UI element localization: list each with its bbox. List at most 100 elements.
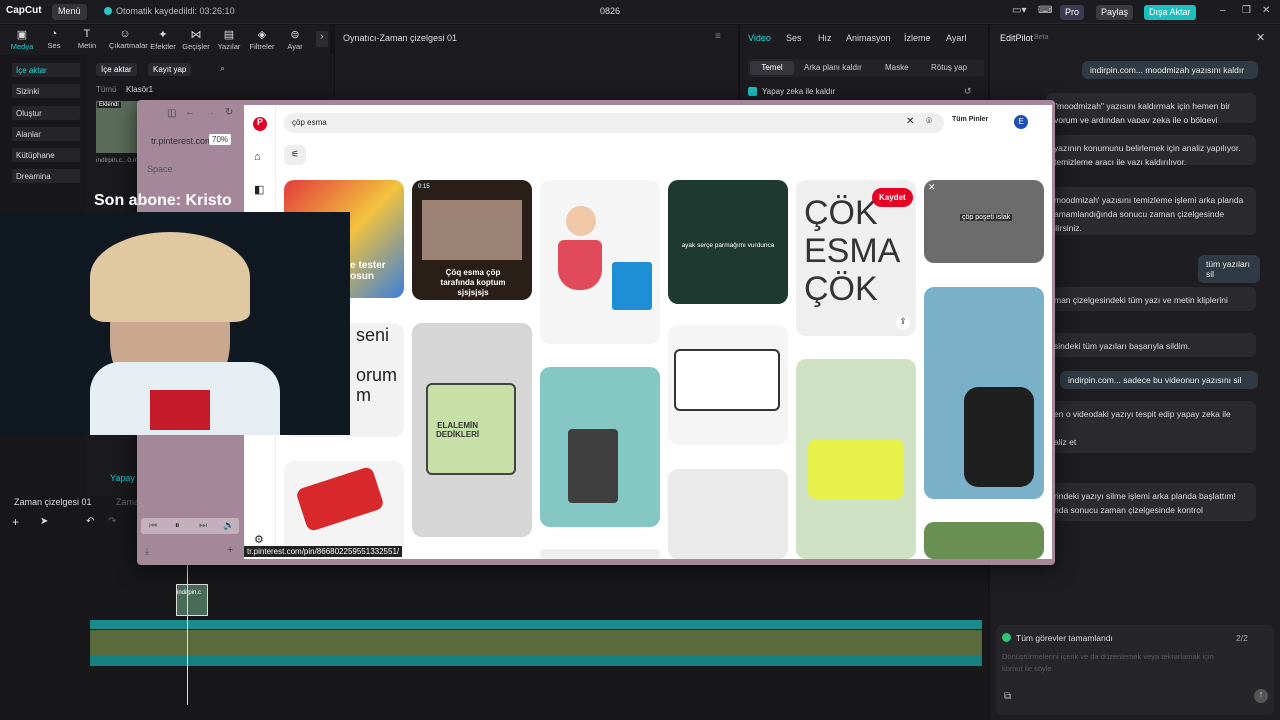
pin-card[interactable] xyxy=(796,359,916,559)
tab-speed[interactable]: Hız xyxy=(818,33,832,43)
share-icon[interactable]: ⇪ xyxy=(896,316,910,330)
media-controls: ⏮ ⏸ ⏭ 🔈 xyxy=(141,518,239,534)
nav-import[interactable]: İçe aktar xyxy=(12,63,80,77)
pin-card[interactable]: ayak serçe parmağımı vurdunca xyxy=(668,180,788,304)
boards-icon[interactable]: ◧ xyxy=(254,183,264,196)
media-thumbnail[interactable]: Eklendi xyxy=(96,101,142,153)
tool-text[interactable]: T Metin xyxy=(71,28,103,50)
video-track[interactable] xyxy=(90,630,982,656)
clear-icon[interactable]: ✕ xyxy=(906,116,914,127)
video-track-top[interactable] xyxy=(90,620,982,629)
nav-spaces[interactable]: Alanlar xyxy=(12,127,80,141)
camera-icon[interactable]: ⌾ xyxy=(926,116,932,127)
crumb-folder[interactable]: Klasör1 xyxy=(126,85,153,94)
address-bar[interactable]: tr.pinterest.com xyxy=(151,136,213,146)
menu-icon[interactable]: ≡ xyxy=(715,31,721,42)
subtab-basic[interactable]: Temel xyxy=(750,61,794,75)
trash-can-photo xyxy=(568,429,618,503)
share-button[interactable]: Paylaş xyxy=(1096,5,1134,20)
pinterest-logo[interactable]: P xyxy=(253,117,267,131)
search-bar[interactable]: çöp esma ✕ ⌾ xyxy=(284,113,944,133)
layout-icon[interactable]: ▭▾ xyxy=(1012,5,1026,16)
forward-icon[interactable]: → xyxy=(205,107,215,118)
back-icon[interactable]: ← xyxy=(185,107,195,118)
pin-card[interactable] xyxy=(284,461,404,559)
minimize-icon[interactable]: – xyxy=(1220,5,1226,16)
tab-settings[interactable]: Ayarl xyxy=(946,33,966,43)
nav-library[interactable]: Kütüphane xyxy=(12,148,80,162)
shortcut-icon[interactable]: ⌨ xyxy=(1038,5,1052,16)
zoom-level[interactable]: 70% xyxy=(209,134,232,145)
home-icon[interactable]: ⌂ xyxy=(254,151,261,163)
nav-create[interactable]: Oluştur xyxy=(12,106,80,120)
filter-icon[interactable]: ⚟ xyxy=(284,145,306,165)
avatar[interactable]: E xyxy=(1014,115,1028,129)
download-icon[interactable]: ⤓ xyxy=(145,546,149,557)
pin-card[interactable]: ÇÖK ESMA ÇÖK Kaydet ⇪ xyxy=(796,180,916,336)
all-pins-dropdown[interactable]: Tüm Pinler xyxy=(952,116,988,123)
tool-audio[interactable]: ◔ Ses xyxy=(38,28,70,50)
tab-tracking[interactable]: İzleme xyxy=(904,33,931,43)
tool-media[interactable]: ▣ Medya xyxy=(6,28,38,51)
audio-track[interactable] xyxy=(90,656,982,666)
menu-button[interactable]: Menü xyxy=(52,4,87,20)
timeline-tab[interactable]: Zaman çizelgesi 01 xyxy=(14,497,92,507)
export-button[interactable]: Dışa Aktar xyxy=(1144,5,1196,20)
chat-input[interactable]: Dönüştürmelerini içerik ve da düzenlemek… xyxy=(1002,651,1222,675)
pin-card[interactable] xyxy=(540,549,660,559)
pin-card[interactable] xyxy=(668,469,788,559)
pin-card[interactable] xyxy=(540,180,660,344)
reload-icon[interactable]: ↻ xyxy=(225,107,233,118)
tool-captions[interactable]: ▤ Yazılar xyxy=(213,28,245,51)
subtab-retouch[interactable]: Rötuş yap xyxy=(931,63,967,72)
close-icon[interactable]: ✕ xyxy=(1256,31,1265,44)
sidebar-toggle-icon[interactable]: ◫ xyxy=(167,108,176,119)
pro-button[interactable]: Pro xyxy=(1060,5,1085,20)
undo-icon[interactable]: ↶ xyxy=(86,516,94,527)
tool-filters[interactable]: ◈ Filtreler xyxy=(246,28,278,51)
tab-animation[interactable]: Animasyon xyxy=(846,33,891,43)
crumb-all[interactable]: Tümü xyxy=(96,85,116,94)
pause-icon[interactable]: ⏸ xyxy=(175,520,180,531)
ai-remove-checkbox[interactable] xyxy=(748,87,757,96)
pin-card[interactable]: ELALEMİN DEDİKLERİ xyxy=(412,323,532,537)
tab-audio[interactable]: Ses xyxy=(786,33,802,43)
next-icon[interactable]: ⏭ xyxy=(199,520,207,531)
pin-card[interactable] xyxy=(540,367,660,527)
maximize-icon[interactable]: ❐ xyxy=(1242,5,1251,16)
record-chip[interactable]: Kayıt yap xyxy=(148,63,192,76)
nav-dreamina[interactable]: Dreamina xyxy=(12,169,80,183)
sticker-icon: ☺ xyxy=(119,28,131,40)
new-tab-icon[interactable]: + xyxy=(227,544,233,556)
tool-effects[interactable]: ✦ Efektler xyxy=(147,28,179,51)
prev-icon[interactable]: ⏮ xyxy=(149,520,157,531)
volume-icon[interactable]: 🔈 xyxy=(223,520,234,531)
nav-yours[interactable]: Sizinki xyxy=(12,84,80,98)
attach-icon[interactable]: ⧉ xyxy=(1004,691,1011,702)
settings-icon[interactable]: ⚙ xyxy=(254,533,264,546)
close-icon[interactable]: ✕ xyxy=(928,182,936,193)
add-icon[interactable]: + xyxy=(12,515,19,529)
pin-card[interactable] xyxy=(924,287,1044,499)
redo-icon[interactable]: ↷ xyxy=(108,516,116,527)
send-icon[interactable]: ↑ xyxy=(1254,689,1268,703)
pin-card[interactable] xyxy=(924,522,1044,559)
reset-icon[interactable]: ↺ xyxy=(964,86,972,97)
subtab-remove-bg[interactable]: Arka planı kaldır xyxy=(804,63,862,72)
chevron-right-icon[interactable]: › xyxy=(316,31,328,47)
search-icon[interactable]: ⌕ xyxy=(220,63,225,74)
pointer-icon[interactable]: ➤ xyxy=(40,516,48,527)
import-chip[interactable]: İçe aktar xyxy=(96,63,137,76)
subtab-mask[interactable]: Maske xyxy=(885,63,909,72)
pin-card[interactable]: ✕ çöp poşeti ıslak xyxy=(924,180,1044,263)
tool-transitions[interactable]: ⋈ Geçişler xyxy=(180,28,212,51)
search-input[interactable]: çöp esma xyxy=(292,118,327,127)
pin-card[interactable]: 0:15 Çöq esma çöp tarafında koptum sjsjs… xyxy=(412,180,532,300)
tool-adjust[interactable]: ⊜ Ayar xyxy=(279,28,311,51)
save-button[interactable]: Kaydet xyxy=(872,188,913,207)
timeline-clip[interactable]: indirpin.c xyxy=(176,584,208,616)
pin-card[interactable] xyxy=(668,325,788,445)
tab-video[interactable]: Video xyxy=(748,33,771,43)
tool-stickers[interactable]: ☺ Çıkartmalar xyxy=(109,28,148,50)
close-icon[interactable]: ✕ xyxy=(1262,5,1270,16)
